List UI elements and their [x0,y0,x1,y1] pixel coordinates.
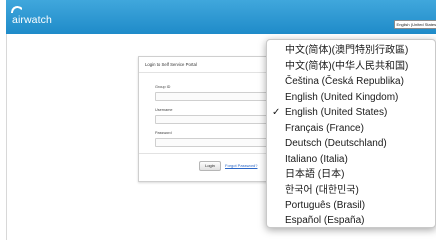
language-option-label: Italiano (Italia) [285,153,348,165]
password-input[interactable] [155,138,269,147]
login-card-title: Login to Self Service Portal [145,62,197,67]
language-option-label: 中文(简体)(澳門特別行政區) [285,45,409,56]
language-option-label: English (United Kingdom) [285,91,399,103]
group-id-input[interactable] [155,92,269,101]
group-id-label: Group ID [155,85,171,89]
language-option[interactable]: Čeština (Česká Republika) [267,74,435,90]
language-option[interactable]: Português (Brasil) [267,198,435,214]
login-button[interactable]: Login [199,161,221,171]
username-label: Username [155,108,173,112]
language-option-label: Čeština (Česká Republika) [285,76,404,87]
forgot-password-link[interactable]: Forgot Password? [225,163,257,168]
language-option[interactable]: Italiano (Italia) [267,152,435,168]
language-option-label: Español (España) [285,215,365,226]
airwatch-logo: airwatch [12,14,52,26]
language-option-label: English (United States) [285,107,388,118]
checkmark-icon: ✓ [272,107,281,118]
language-dropdown-menu: 中文(简体)(澳門特別行政區) 中文(简体)(中华人民共和国) Čeština … [266,39,436,228]
top-header-bar: airwatch English (United States) [6,0,436,34]
language-option-label: Français (France) [285,122,364,134]
language-option[interactable]: 中文(简体)(澳門特別行政區) [267,43,435,59]
login-card: Login to Self Service Portal Group ID Us… [138,56,280,182]
card-footer-divider [139,153,279,154]
language-option[interactable]: Français (France) [267,121,435,137]
username-input[interactable] [155,115,269,124]
language-option-label: Deutsch (Deutschland) [285,138,387,149]
language-option[interactable]: 日本語 (日本) [267,167,435,183]
language-option-label: 한국어 (대한민국) [285,184,359,196]
language-option-label: 中文(简体)(中华人民共和国) [285,60,409,72]
language-option[interactable]: Español (España) [267,213,435,229]
card-title-divider [139,72,279,73]
language-option-label: Português (Brasil) [285,200,366,211]
language-option[interactable]: English (United Kingdom) [267,90,435,106]
password-label: Password [155,131,172,135]
language-select-button[interactable]: English (United States) [394,20,436,29]
language-option[interactable]: 中文(简体)(中华人民共和国) [267,59,435,75]
language-option[interactable]: Deutsch (Deutschland) [267,136,435,152]
language-option-selected[interactable]: ✓ English (United States) [267,105,435,121]
language-option-label: 日本語 (日本) [285,169,345,180]
browser-page: airwatch English (United States) Login t… [0,0,436,240]
airwatch-logo-icon [11,5,22,13]
language-option[interactable]: 한국어 (대한민국) [267,183,435,199]
